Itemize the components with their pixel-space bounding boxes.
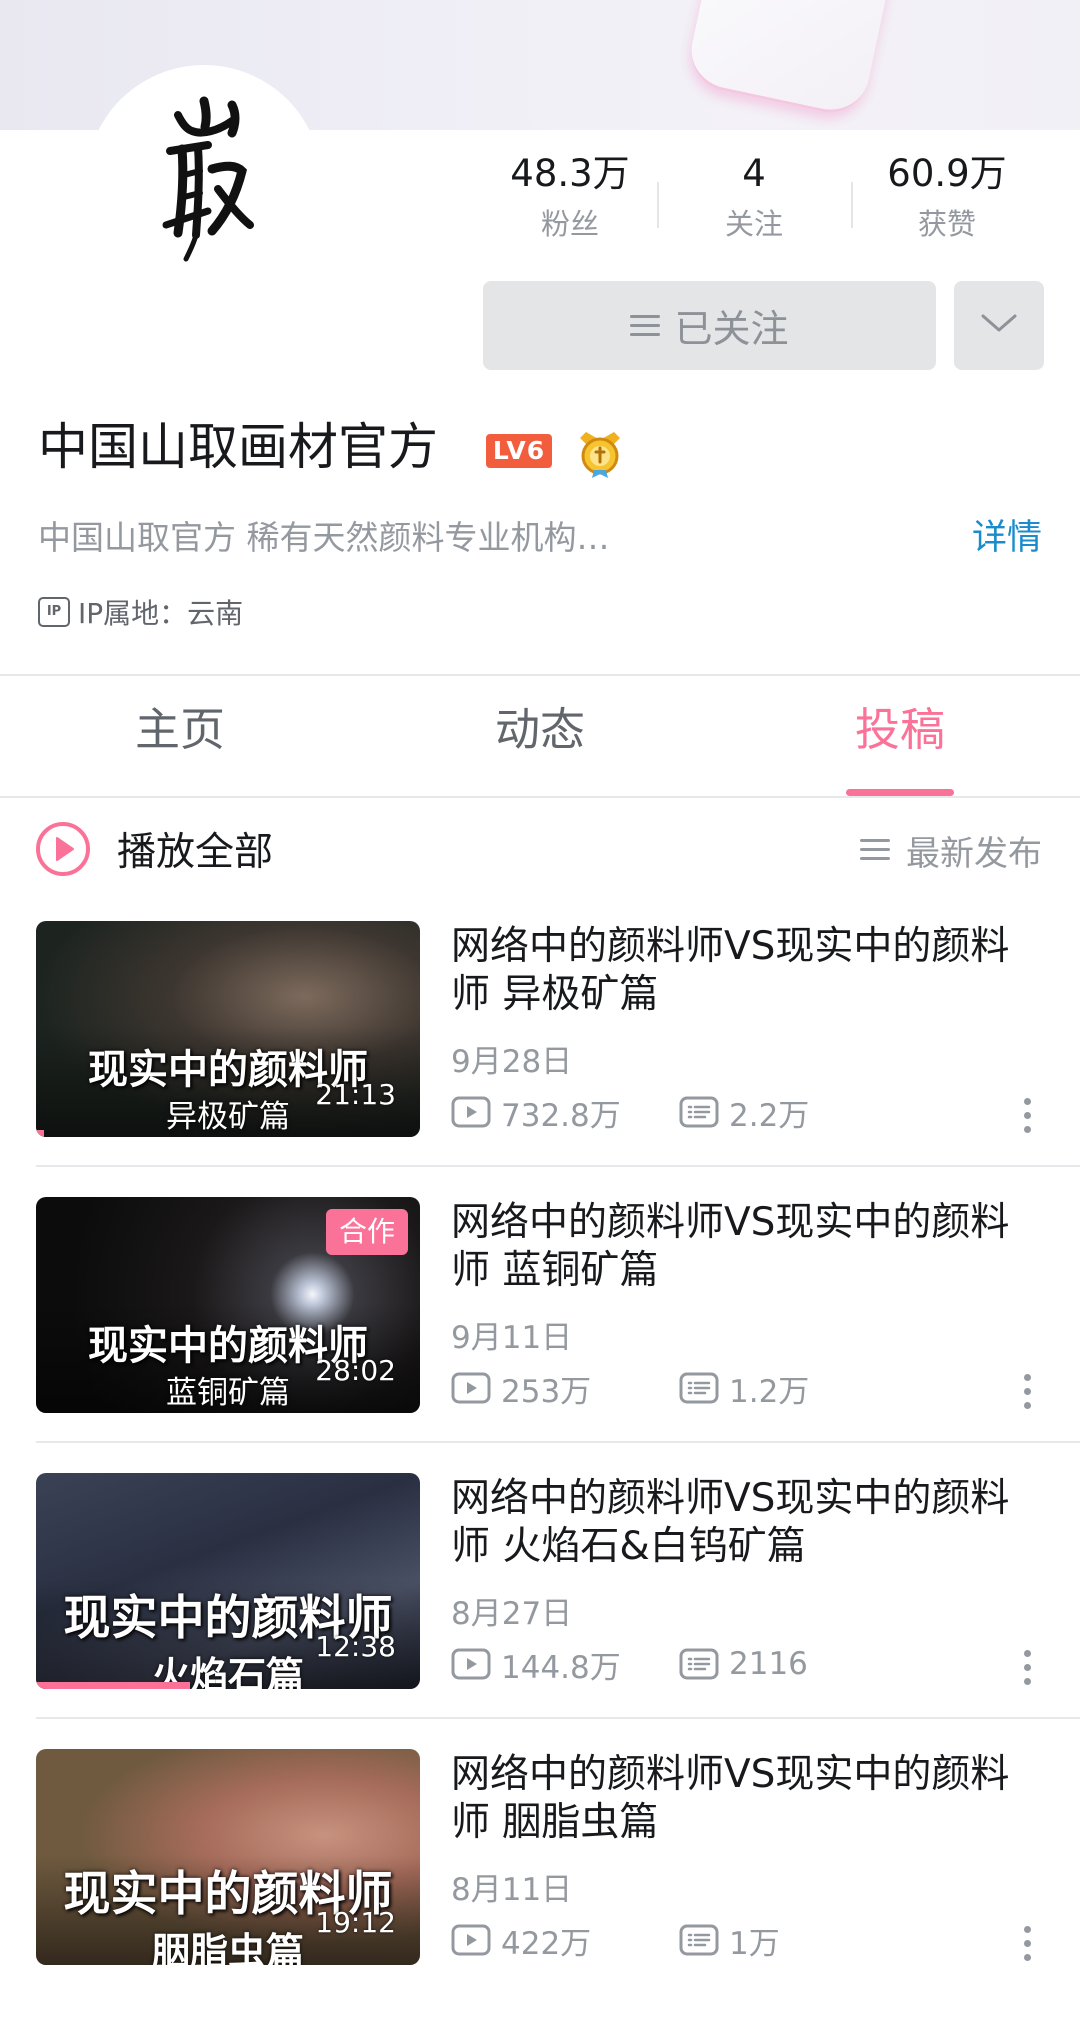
play-all-button[interactable]: 播放全部	[35, 821, 273, 877]
play-circle-icon	[36, 822, 90, 876]
watch-progress	[36, 1130, 44, 1137]
tab-uploads[interactable]: 投稿	[800, 700, 1000, 760]
following-label: 关注	[724, 207, 783, 241]
tab-dynamics[interactable]: 动态	[440, 700, 640, 760]
danmaku-icon	[679, 1372, 719, 1404]
fans-stat[interactable]: 48.3万 粉丝	[470, 152, 670, 244]
avatar[interactable]	[86, 65, 322, 301]
more-options-icon[interactable]	[1012, 1094, 1042, 1138]
comment-count: 1.2万	[679, 1366, 809, 1411]
video-item[interactable]: 现实中的颜料师 胭脂虫篇 19:12 网络中的颜料师VS现实中的颜料师 胭脂虫篇…	[36, 1749, 1080, 2025]
follow-button[interactable]: 已关注	[483, 281, 936, 370]
comment-count-value: 1万	[729, 1925, 780, 1962]
danmaku-icon	[679, 1648, 719, 1680]
video-title[interactable]: 网络中的颜料师VS现实中的颜料师 蓝铜矿篇	[451, 1199, 1011, 1295]
video-title[interactable]: 网络中的颜料师VS现实中的颜料师 胭脂虫篇	[451, 1751, 1011, 1847]
play-count-value: 253万	[501, 1373, 592, 1410]
following-stat[interactable]: 4 关注	[654, 152, 854, 244]
level-badge[interactable]: LV6	[486, 434, 552, 468]
list-icon	[630, 314, 661, 337]
watch-progress	[36, 1682, 190, 1689]
sort-label: 最新发布	[906, 833, 1042, 874]
video-item[interactable]: 现实中的颜料师 异极矿篇 21:13 网络中的颜料师VS现实中的颜料师 异极矿篇…	[36, 921, 1080, 1197]
video-date: 8月11日	[451, 1872, 573, 1908]
comment-count: 1万	[679, 1918, 780, 1963]
collab-badge: 合作	[326, 1209, 408, 1255]
video-date: 9月11日	[451, 1320, 573, 1356]
video-stats: 732.8万 2.2万	[451, 1090, 809, 1135]
play-count-value: 144.8万	[501, 1649, 621, 1686]
video-thumbnail[interactable]: 现实中的颜料师 异极矿篇 21:13	[36, 921, 420, 1137]
play-count-icon	[451, 1924, 491, 1956]
sort-button[interactable]: 最新发布	[860, 828, 1042, 874]
video-date: 9月28日	[451, 1044, 573, 1080]
calligraphy-logo-icon	[162, 96, 254, 262]
likes-stat[interactable]: 60.9万 获赞	[847, 152, 1047, 244]
play-count-icon	[451, 1648, 491, 1680]
comment-count-value: 2.2万	[729, 1097, 810, 1134]
play-count: 732.8万	[451, 1090, 679, 1135]
comment-count-value: 2116	[729, 1646, 808, 1682]
video-stats: 253万 1.2万	[451, 1366, 809, 1411]
play-count-value: 732.8万	[501, 1097, 621, 1134]
ip-location-text: IP属地：云南	[78, 597, 244, 630]
play-count-icon	[451, 1096, 491, 1128]
more-options-icon[interactable]	[1012, 1370, 1042, 1414]
play-count-value: 422万	[501, 1925, 592, 1962]
sort-list-icon	[860, 839, 890, 861]
video-thumbnail[interactable]: 合作 现实中的颜料师 蓝铜矿篇 28:02	[36, 1197, 420, 1413]
play-count: 422万	[451, 1918, 679, 1963]
comment-count: 2.2万	[679, 1090, 809, 1135]
profile-bio: 中国山取官方 稀有天然颜料专业机构…	[38, 518, 610, 557]
follow-button-label: 已关注	[674, 307, 789, 351]
likes-count: 60.9万	[887, 152, 1007, 195]
fans-count: 48.3万	[510, 152, 630, 195]
more-options-icon[interactable]	[1012, 1646, 1042, 1690]
profile-stats: 48.3万 粉丝 4 关注 60.9万 获赞	[470, 152, 1070, 262]
video-stats: 422万 1万	[451, 1918, 780, 1963]
medal-badge-icon[interactable]	[572, 424, 628, 480]
video-date: 8月27日	[451, 1596, 573, 1632]
play-all-label: 播放全部	[117, 830, 274, 875]
play-count: 144.8万	[451, 1642, 679, 1687]
video-stats: 144.8万 2116	[451, 1642, 808, 1687]
play-count-icon	[451, 1372, 491, 1404]
banner-decoration	[683, 0, 897, 120]
ip-location: IP IP属地：云南	[38, 592, 243, 632]
chevron-down-icon	[981, 314, 1017, 332]
video-title[interactable]: 网络中的颜料师VS现实中的颜料师 火焰石&白钨矿篇	[451, 1475, 1011, 1571]
video-duration: 19:12	[315, 1906, 396, 1939]
tab-home[interactable]: 主页	[80, 700, 280, 760]
more-options-icon[interactable]	[1012, 1922, 1042, 1966]
danmaku-icon	[679, 1096, 719, 1128]
more-actions-dropdown[interactable]	[954, 281, 1044, 370]
video-item[interactable]: 现实中的颜料师 火焰石篇 12:38 网络中的颜料师VS现实中的颜料师 火焰石&…	[36, 1473, 1080, 1749]
bio-detail-link[interactable]: 详情	[972, 515, 1042, 561]
danmaku-icon	[679, 1924, 719, 1956]
profile-name: 中国山取画材官方	[38, 418, 438, 476]
video-duration: 12:38	[315, 1630, 396, 1663]
video-duration: 21:13	[315, 1078, 396, 1111]
comment-count: 2116	[679, 1646, 808, 1682]
active-tab-indicator	[846, 789, 954, 796]
list-divider	[36, 1165, 1080, 1167]
fans-label: 粉丝	[540, 207, 599, 241]
tabs-divider	[0, 796, 1080, 798]
ip-icon: IP	[38, 597, 70, 627]
play-count: 253万	[451, 1366, 679, 1411]
comment-count-value: 1.2万	[729, 1373, 810, 1410]
video-title[interactable]: 网络中的颜料师VS现实中的颜料师 异极矿篇	[451, 923, 1011, 1019]
list-divider	[36, 1717, 1080, 1719]
video-thumbnail[interactable]: 现实中的颜料师 胭脂虫篇 19:12	[36, 1749, 420, 1965]
following-count: 4	[742, 152, 766, 195]
video-duration: 28:02	[315, 1354, 396, 1387]
likes-label: 获赞	[917, 207, 976, 241]
list-divider	[36, 1441, 1080, 1443]
section-divider	[0, 674, 1080, 676]
video-thumbnail[interactable]: 现实中的颜料师 火焰石篇 12:38	[36, 1473, 420, 1689]
video-item[interactable]: 合作 现实中的颜料师 蓝铜矿篇 28:02 网络中的颜料师VS现实中的颜料师 蓝…	[36, 1197, 1080, 1473]
